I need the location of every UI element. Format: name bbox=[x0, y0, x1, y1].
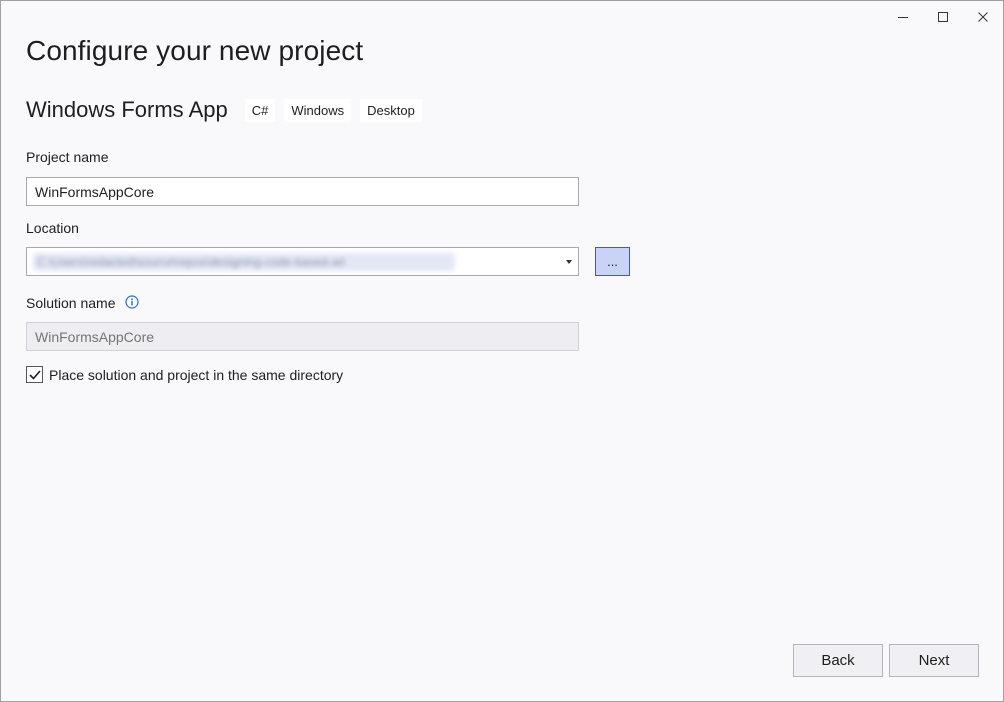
maximize-button[interactable] bbox=[923, 1, 963, 33]
tag-platform: Windows bbox=[284, 98, 352, 122]
solution-name-label: Solution name bbox=[26, 295, 116, 311]
next-button[interactable]: Next bbox=[889, 644, 979, 677]
same-directory-label: Place solution and project in the same d… bbox=[49, 366, 344, 383]
browse-location-button[interactable]: ... bbox=[595, 247, 630, 276]
project-name-input[interactable] bbox=[26, 177, 579, 206]
location-value: C:\Users\redacted\source\repos\designing… bbox=[33, 252, 455, 271]
maximize-icon bbox=[938, 12, 948, 22]
minimize-icon bbox=[898, 17, 908, 18]
close-icon bbox=[978, 12, 988, 22]
close-button[interactable] bbox=[963, 1, 1003, 33]
location-label: Location bbox=[26, 220, 79, 236]
location-combobox[interactable]: C:\Users\redacted\source\repos\designing… bbox=[26, 247, 579, 276]
tag-language: C# bbox=[244, 98, 276, 122]
same-directory-option[interactable]: Place solution and project in the same d… bbox=[26, 366, 343, 383]
configure-project-dialog: Configure your new project Windows Forms… bbox=[0, 0, 1004, 702]
page-title: Configure your new project bbox=[26, 35, 364, 66]
solution-name-input[interactable] bbox=[26, 322, 579, 351]
chevron-down-icon[interactable] bbox=[564, 257, 574, 267]
template-name: Windows Forms App bbox=[26, 97, 228, 122]
window-controls bbox=[883, 1, 1003, 33]
tag-project-type: Desktop bbox=[360, 98, 422, 122]
same-directory-checkbox[interactable] bbox=[26, 366, 43, 383]
back-button[interactable]: Back bbox=[793, 644, 883, 677]
solution-name-label-row: Solution name bbox=[26, 295, 140, 312]
template-summary: Windows Forms App C# Windows Desktop bbox=[26, 97, 431, 123]
checkmark-icon bbox=[28, 369, 41, 380]
info-icon[interactable] bbox=[125, 295, 140, 312]
project-name-label: Project name bbox=[26, 149, 109, 165]
minimize-button[interactable] bbox=[883, 1, 923, 33]
